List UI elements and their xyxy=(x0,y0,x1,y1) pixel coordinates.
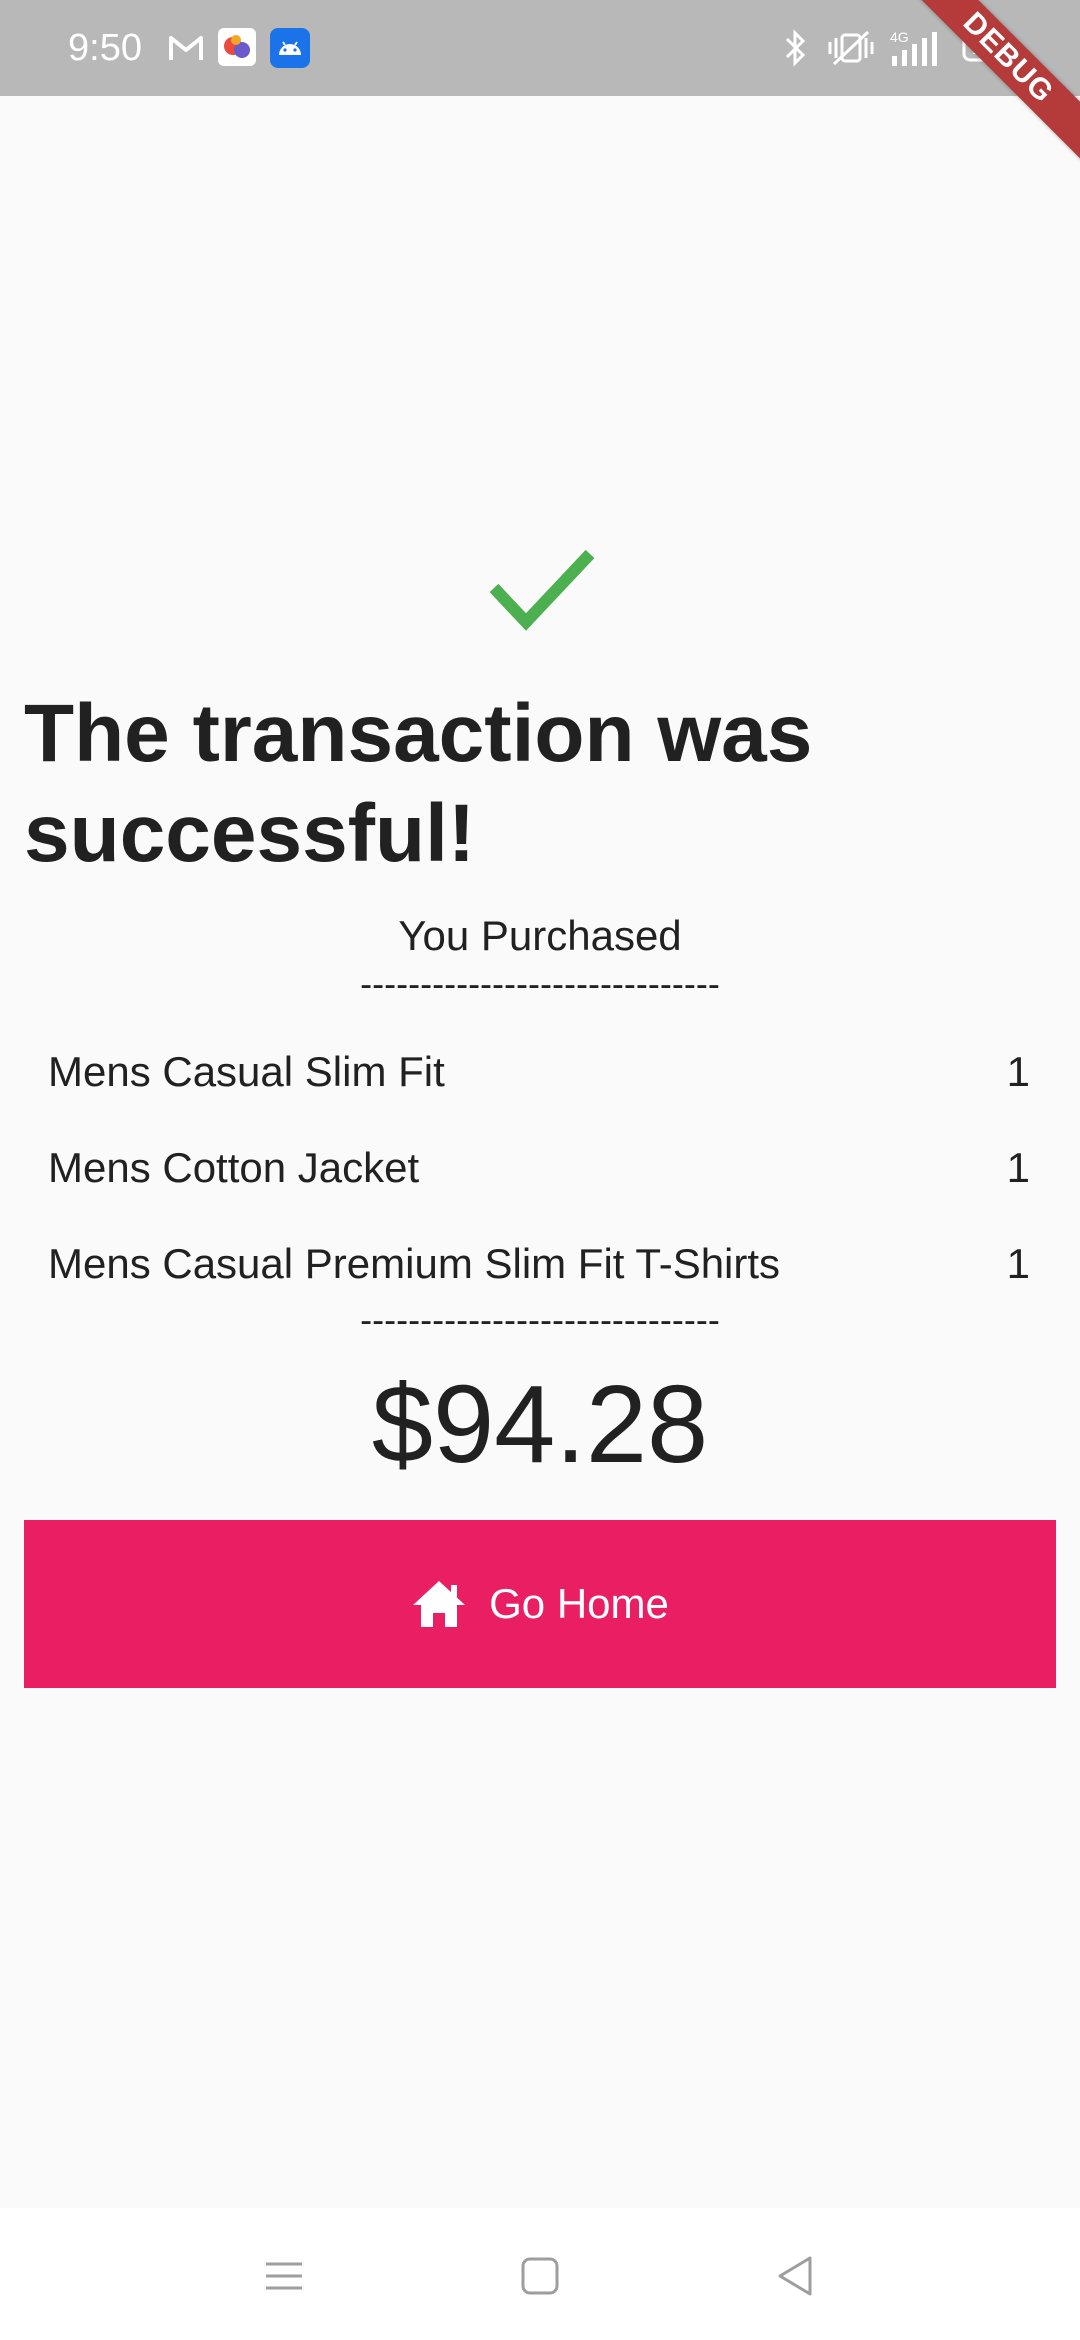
game-icon xyxy=(218,28,256,66)
list-item: Mens Casual Slim Fit 1 xyxy=(48,1024,1030,1120)
purchased-items-list: Mens Casual Slim Fit 1 Mens Cotton Jacke… xyxy=(48,1024,1030,1312)
divider-top: ------------------------------ xyxy=(360,963,720,1004)
checkmark-icon xyxy=(490,549,594,631)
system-nav-bar xyxy=(0,2208,1080,2340)
item-quantity: 1 xyxy=(1006,1144,1030,1191)
item-name: Mens Casual Slim Fit xyxy=(48,1048,445,1095)
menu-icon[interactable] xyxy=(262,2254,306,2298)
you-purchased-label: You Purchased xyxy=(398,912,682,959)
home-square-icon[interactable] xyxy=(518,2254,562,2298)
gmail-icon xyxy=(169,36,203,60)
status-time: 9:50 xyxy=(68,27,142,69)
back-icon[interactable] xyxy=(774,2254,818,2298)
item-name: Mens Casual Premium Slim Fit T-Shirts xyxy=(48,1240,781,1287)
divider-bottom: ------------------------------ xyxy=(360,1299,720,1340)
list-item: Mens Casual Premium Slim Fit T-Shirts 1 xyxy=(48,1216,1030,1312)
network-4g-icon: 4G xyxy=(890,29,937,66)
item-name: Mens Cotton Jacket xyxy=(48,1144,420,1191)
vibrate-icon xyxy=(828,30,874,66)
list-item: Mens Cotton Jacket 1 xyxy=(48,1120,1030,1216)
go-home-button[interactable]: Go Home xyxy=(24,1520,1056,1688)
item-quantity: 1 xyxy=(1006,1240,1030,1287)
android-icon xyxy=(270,28,310,68)
svg-text:4G: 4G xyxy=(890,29,909,45)
home-icon xyxy=(413,1581,466,1627)
bluetooth-icon xyxy=(785,29,806,67)
go-home-label: Go Home xyxy=(489,1580,669,1627)
total-price: $94.28 xyxy=(371,1363,709,1486)
status-bar: 9:50 4G 100 xyxy=(0,0,1080,96)
success-title: The transaction was successful! xyxy=(24,688,813,879)
item-quantity: 1 xyxy=(1006,1048,1030,1095)
